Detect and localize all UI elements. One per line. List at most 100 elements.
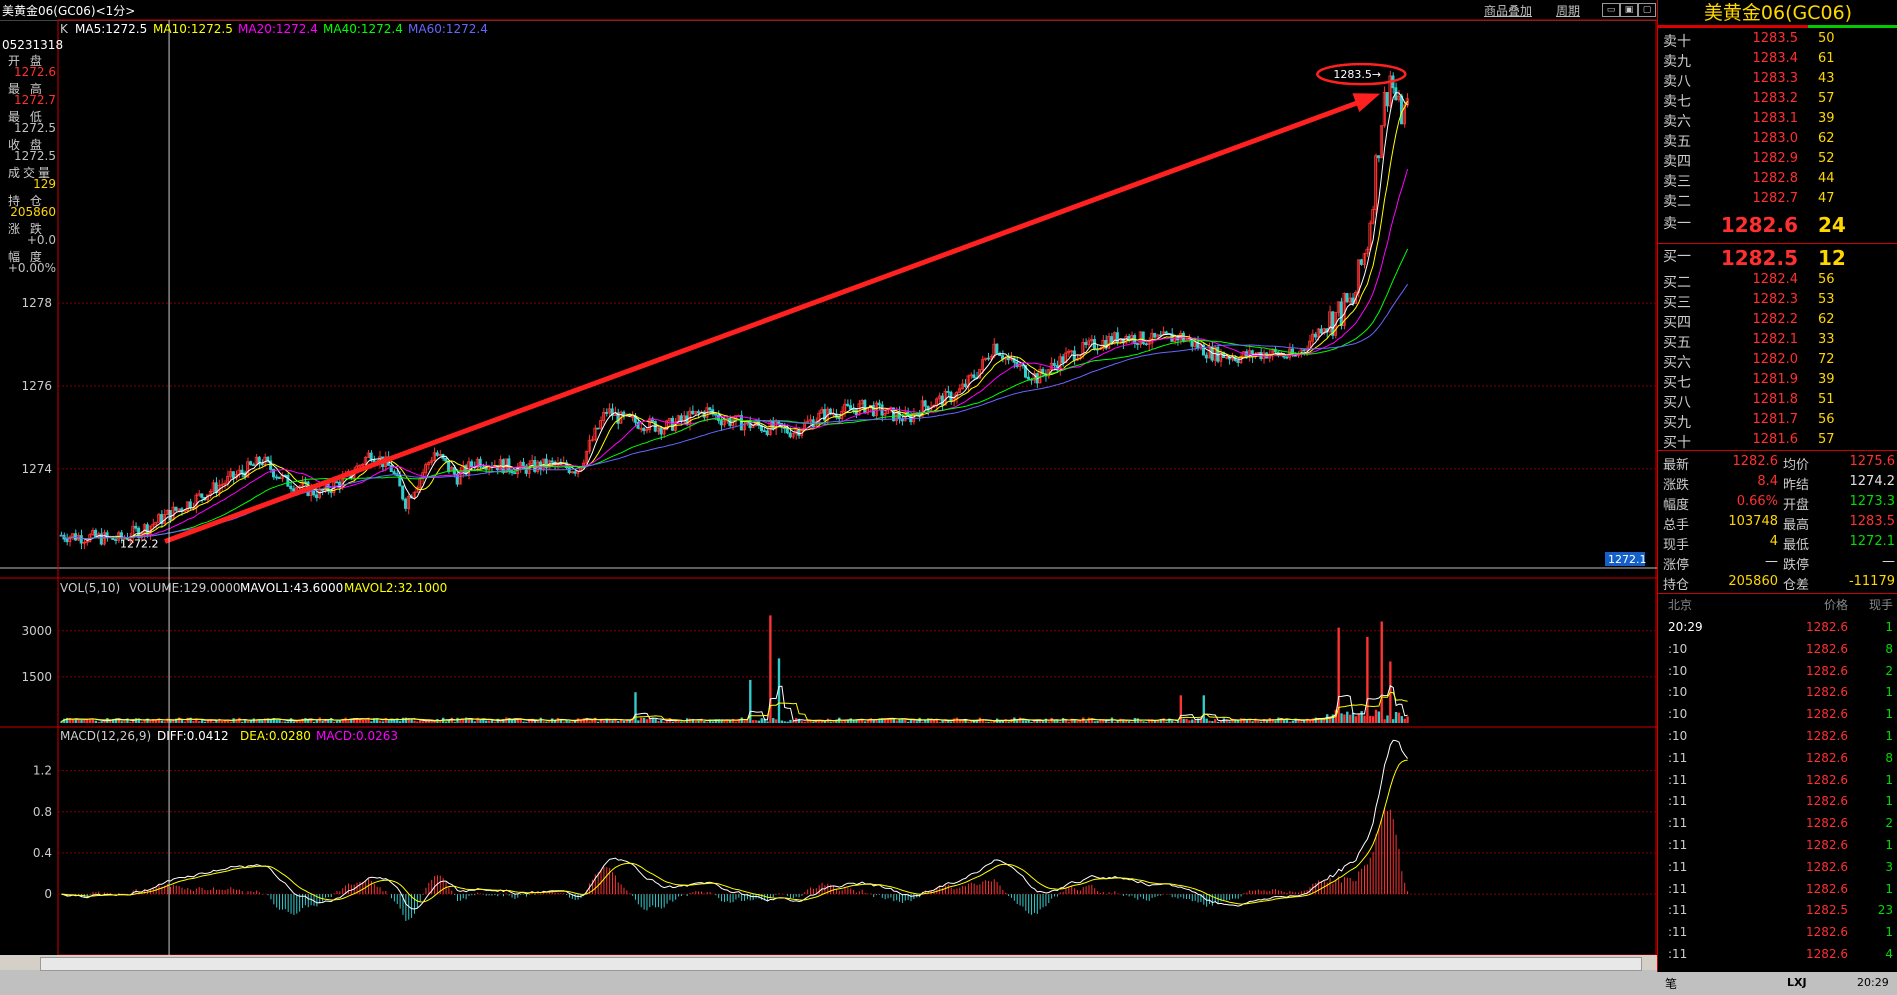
- candle-body: [315, 494, 319, 499]
- tick-volume: 1: [1885, 620, 1893, 634]
- candle-body: [877, 402, 881, 406]
- right-price-tag-label: 1272.1: [1608, 553, 1647, 566]
- tick-price: 1282.6: [1806, 947, 1848, 961]
- bid-row-label: 买三: [1663, 295, 1691, 311]
- tick-price: 1282.5: [1806, 903, 1848, 918]
- bid-row-price: 1282.5: [1720, 246, 1798, 270]
- tick-row: :11 1282.6 1: [1658, 773, 1897, 795]
- candle-body: [286, 475, 290, 487]
- macd-tick-label: 1.2: [33, 764, 52, 778]
- candle-body: [1236, 360, 1240, 363]
- stat-value: -11179: [1848, 574, 1895, 589]
- bid-row-volume: 57: [1818, 432, 1835, 447]
- scroll-thumb[interactable]: [40, 957, 1642, 971]
- candle-body: [329, 490, 333, 493]
- candle-body: [444, 457, 448, 462]
- candle-body: [249, 461, 253, 466]
- tick-row: :11 1282.6 2: [1658, 816, 1897, 838]
- tick-price: 1282.6: [1806, 685, 1848, 700]
- ask-row: 卖六 1283.1 39: [1658, 111, 1897, 131]
- ask-row-price: 1282.6: [1720, 213, 1798, 237]
- tick-header: 北京 价格 现手: [1658, 596, 1897, 618]
- candle-body: [94, 529, 98, 538]
- tick-tab[interactable]: 笔: [1665, 975, 1677, 992]
- ask-row: 卖四 1282.9 52: [1658, 151, 1897, 171]
- ask-row: 卖五 1283.0 62: [1658, 131, 1897, 151]
- candle-body: [714, 413, 718, 416]
- ask-row: 卖二 1282.7 47: [1658, 191, 1897, 211]
- candle-body: [846, 403, 850, 406]
- macd-tick-label: 0.8: [33, 805, 52, 819]
- candle-body: [848, 405, 852, 410]
- price-tick-label: 1278: [21, 296, 52, 310]
- stat-value: 4: [1769, 534, 1778, 549]
- ask-row: 卖一 1282.6 24: [1658, 213, 1897, 237]
- tick-row: :11 1282.6 3: [1658, 860, 1897, 882]
- tick-time: :11: [1668, 838, 1688, 852]
- candle-body: [762, 430, 766, 433]
- candle-body: [1313, 333, 1317, 338]
- bid-row-label: 买一: [1663, 249, 1691, 265]
- tick-price: 1282.6: [1806, 620, 1848, 634]
- chart-canvas[interactable]: 1274127612781283.5→1272.21272.105-23 13:…: [0, 0, 1657, 955]
- candle-body: [1385, 92, 1389, 107]
- candle-body: [401, 485, 405, 500]
- ask-row-label: 卖七: [1663, 94, 1691, 110]
- ask-row: 卖八 1283.3 43: [1658, 71, 1897, 91]
- ask-row-volume: 61: [1818, 51, 1835, 66]
- candle-body: [289, 485, 293, 490]
- bid-row-volume: 56: [1818, 272, 1835, 287]
- tick-header-time: 北京: [1668, 598, 1693, 612]
- tick-row: :10 1282.6 1: [1658, 685, 1897, 707]
- bottom-scrollbar[interactable]: [0, 955, 1657, 995]
- bid-row-label: 买六: [1663, 355, 1691, 371]
- tick-time: :10: [1668, 729, 1688, 743]
- tick-row: :11 1282.6 1: [1658, 882, 1897, 904]
- candle-body: [521, 461, 525, 467]
- quote-title-bar-green: [1808, 25, 1897, 28]
- high-marker-label: 1283.5→: [1333, 68, 1381, 81]
- candle-body: [1399, 95, 1404, 125]
- candle-body: [188, 501, 192, 509]
- bid-row: 买六 1282.0 72: [1658, 352, 1897, 372]
- candle-body: [604, 412, 609, 414]
- vol-legend-a: VOL(5,10): [60, 581, 120, 595]
- vol-legend-b: VOLUME:129.0000: [129, 581, 241, 595]
- bid-row-price: 1281.8: [1752, 392, 1799, 407]
- ask-row-price: 1283.4: [1752, 51, 1799, 66]
- candle-body: [470, 461, 474, 467]
- candle-body: [1144, 343, 1148, 346]
- bid-row: 买三 1282.3 53: [1658, 292, 1897, 312]
- status-label: LXJ: [1787, 976, 1807, 989]
- bar-info-value: 1272.6: [14, 65, 56, 79]
- stat-label: 现手: [1663, 538, 1690, 553]
- candle-body: [923, 400, 927, 407]
- candle-body: [513, 472, 517, 475]
- ask-row-volume: 57: [1818, 91, 1835, 106]
- bar-info-value: +0.00%: [7, 261, 56, 275]
- candle-body: [1345, 293, 1349, 303]
- tick-time: :11: [1668, 750, 1688, 765]
- tick-price: 1282.6: [1806, 641, 1848, 656]
- tick-volume: 1: [1885, 794, 1893, 809]
- bid-row-label: 买十: [1663, 435, 1691, 451]
- bar-info-value: 205860: [10, 205, 56, 219]
- tick-volume: 1: [1885, 707, 1893, 722]
- bid-row-price: 1281.9: [1752, 372, 1799, 387]
- candle-body: [404, 498, 408, 509]
- legend-ma60: MA60:1272.4: [408, 22, 488, 36]
- candle-body: [1052, 362, 1056, 366]
- candle-body: [691, 410, 695, 415]
- candle-body: [1319, 328, 1323, 334]
- tick-time: 20:29: [1668, 620, 1703, 634]
- stat-label: 仓差: [1783, 578, 1810, 593]
- tick-time: :11: [1668, 881, 1688, 896]
- candle-body: [478, 458, 482, 468]
- ask-row-label: 卖六: [1663, 114, 1691, 130]
- tick-header-vol: 现手: [1868, 598, 1893, 612]
- legend-ma40: MA40:1272.4: [323, 22, 403, 36]
- ask-row-label: 卖四: [1663, 154, 1691, 170]
- tick-time: :10: [1668, 663, 1688, 678]
- bar-info-value: 1272.5: [14, 149, 56, 163]
- bid-row-label: 买八: [1663, 395, 1691, 411]
